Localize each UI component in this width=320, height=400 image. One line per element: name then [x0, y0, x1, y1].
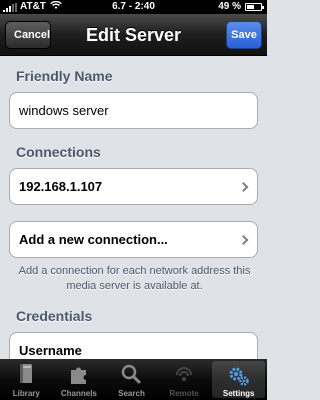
cancel-button[interactable]: Cancel	[5, 21, 51, 49]
friendly-name-value: windows server	[19, 103, 109, 118]
connection-row[interactable]: 192.168.1.107	[9, 168, 258, 205]
remote-icon	[158, 362, 211, 386]
chevron-right-icon	[238, 181, 249, 192]
friendly-name-header: Friendly Name	[16, 68, 113, 84]
add-connection-button[interactable]: Add a new connection...	[9, 221, 258, 258]
connection-address: 192.168.1.107	[19, 179, 103, 194]
settings-form: Friendly Name windows server Connections…	[0, 57, 267, 359]
username-label: Username	[19, 343, 82, 358]
chevron-right-icon	[238, 234, 249, 245]
battery-percentage: 49 %	[218, 1, 241, 12]
credentials-header: Credentials	[16, 308, 93, 324]
navigation-bar: Edit Server Cancel Save	[0, 14, 267, 56]
tab-library[interactable]: Library	[0, 359, 53, 400]
status-bar: AT&T 6.7 - 2:40 49 %	[0, 0, 267, 14]
save-button[interactable]: Save	[226, 21, 262, 49]
friendly-name-field[interactable]: windows server	[9, 92, 258, 129]
tab-bar: Library Channels Search Remote Settings	[0, 359, 267, 400]
book-icon	[0, 362, 53, 386]
tab-remote-label: Remote	[169, 389, 199, 398]
username-field[interactable]: Username	[9, 332, 258, 359]
tab-settings[interactable]: Settings	[212, 361, 265, 398]
tab-search-label: Search	[118, 389, 145, 398]
add-connection-label: Add a new connection...	[19, 232, 168, 247]
tab-settings-label: Settings	[222, 389, 255, 398]
tab-search[interactable]: Search	[105, 359, 158, 400]
connections-header: Connections	[16, 144, 101, 160]
battery-icon	[245, 3, 264, 11]
connections-footnote: Add a connection for each network addres…	[18, 265, 251, 292]
tab-library-label: Library	[12, 389, 40, 398]
magnifier-icon	[105, 362, 158, 386]
puzzle-icon	[53, 362, 106, 386]
tab-channels-label: Channels	[60, 389, 97, 398]
gears-icon	[212, 364, 265, 388]
tab-remote[interactable]: Remote	[158, 359, 211, 400]
tab-channels[interactable]: Channels	[53, 359, 106, 400]
